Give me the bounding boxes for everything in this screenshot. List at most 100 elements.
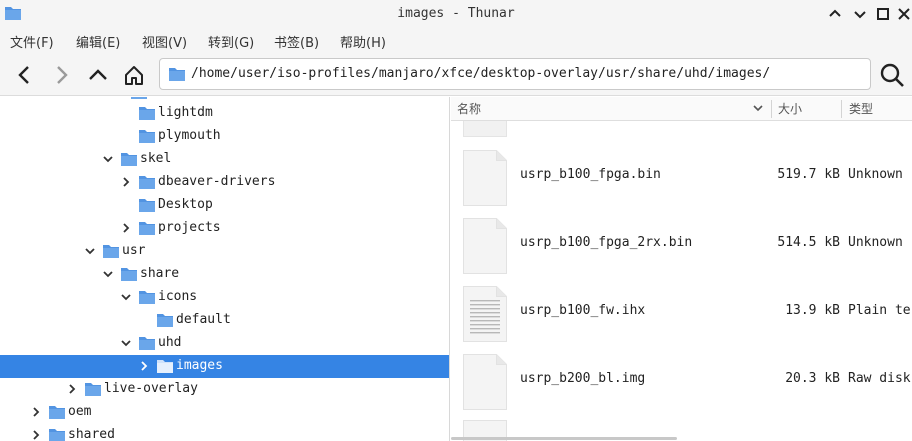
folder-icon <box>49 429 65 441</box>
folder-icon <box>139 176 155 189</box>
chevron-right-icon[interactable] <box>120 176 132 188</box>
menu-bookmarks[interactable]: 书签(B) <box>274 32 319 51</box>
tree-item-dbeaver-drivers[interactable]: dbeaver-drivers <box>0 171 449 194</box>
location-bar[interactable]: /home/user/iso-profiles/manjaro/xfce/des… <box>159 58 871 90</box>
minimize-icon[interactable] <box>828 7 842 21</box>
search-button[interactable] <box>879 62 905 88</box>
tree-item-images[interactable]: images <box>0 355 449 378</box>
tree-item-live-overlay[interactable]: live-overlay <box>0 378 449 401</box>
menu-bar: 文件(F) 编辑(E) 视图(V) 转到(G) 书签(B) 帮助(H) <box>0 30 912 52</box>
folder-icon <box>169 68 185 81</box>
side-tree-pane[interactable]: lightdm plymouth skel dbeaver-drivers Deskto… <box>0 97 450 441</box>
file-size: 20.3 kB <box>785 371 840 386</box>
chevron-down-icon[interactable] <box>102 268 114 280</box>
chevron-down-icon[interactable] <box>102 153 114 165</box>
blank-file-icon <box>463 218 507 274</box>
toolbar: /home/user/iso-profiles/manjaro/xfce/des… <box>0 52 912 96</box>
folder-icon <box>139 199 155 212</box>
tree-item-shared[interactable]: shared <box>0 424 449 441</box>
folder-icon <box>139 337 155 350</box>
file-row[interactable]: usrp_b200_bl.img 20.3 kB Raw disk <box>451 348 912 416</box>
folder-icon <box>49 406 65 419</box>
tree-item-default[interactable]: default <box>0 309 449 332</box>
menu-edit[interactable]: 编辑(E) <box>76 32 120 51</box>
menu-help[interactable]: 帮助(H) <box>340 32 386 51</box>
file-icon <box>463 121 507 137</box>
file-row[interactable]: usrp_b100_fpga_2rx.bin 514.5 kB Unknown <box>451 212 912 280</box>
horizontal-scrollbar[interactable] <box>451 437 677 440</box>
tree-item-desktop[interactable]: Desktop <box>0 194 449 217</box>
column-type-header[interactable]: 类型 <box>849 100 873 117</box>
tree-item-label: dbeaver-drivers <box>158 174 276 189</box>
arrow-left-icon <box>18 66 29 84</box>
back-button[interactable] <box>12 62 38 88</box>
column-size-header[interactable]: 大小 <box>778 100 802 117</box>
tree-item-skel[interactable]: skel <box>0 148 449 171</box>
chevron-down-icon[interactable] <box>120 337 132 349</box>
menu-file[interactable]: 文件(F) <box>10 32 54 51</box>
home-icon <box>125 66 143 85</box>
file-type: Raw disk <box>848 371 911 386</box>
tree-item-uhd[interactable]: uhd <box>0 332 449 355</box>
file-row[interactable]: usrp_b100_fw.ihx 13.9 kB Plain te <box>451 280 912 348</box>
sort-chevron-icon[interactable] <box>752 102 764 118</box>
tree-item-label: default <box>176 312 231 327</box>
tree-item-usr[interactable]: usr <box>0 240 449 263</box>
file-name: usrp_b100_fpga_2rx.bin <box>520 235 693 250</box>
up-button[interactable] <box>85 62 111 88</box>
maximize-icon[interactable] <box>876 7 890 21</box>
folder-icon <box>131 97 147 99</box>
tree-item-label: plymouth <box>158 128 221 143</box>
tree-item-label: images <box>176 358 223 373</box>
folder-icon <box>85 383 101 396</box>
column-separator[interactable] <box>771 100 772 118</box>
column-separator[interactable] <box>841 100 842 118</box>
restore-icon[interactable] <box>853 7 867 21</box>
folder-icon <box>157 360 173 373</box>
arrow-up-icon <box>89 69 107 80</box>
tree-item-label: usr <box>122 243 146 258</box>
tree-item-icons[interactable]: icons <box>0 286 449 309</box>
chevron-right-icon[interactable] <box>138 360 150 372</box>
tree-item-share[interactable]: share <box>0 263 449 286</box>
file-size: 514.5 kB <box>777 235 840 250</box>
file-name: usrp_b100_fw.ihx <box>520 303 646 318</box>
file-list-pane[interactable]: 名称 大小 类型 usrp_b100_fpga.bin 519.7 kB Unkno… <box>451 97 912 441</box>
folder-icon <box>139 107 155 120</box>
forward-button[interactable] <box>48 62 74 88</box>
chevron-down-icon[interactable] <box>120 291 132 303</box>
tree-item-label: projects <box>158 220 221 235</box>
window-title: images - Thunar <box>397 6 515 21</box>
tree-item-label: skel <box>140 151 172 166</box>
chevron-right-icon[interactable] <box>30 406 42 418</box>
arrow-right-icon <box>57 66 68 84</box>
text-file-icon <box>463 286 507 342</box>
column-name-header[interactable]: 名称 <box>457 100 481 117</box>
close-icon[interactable] <box>897 7 911 21</box>
chevron-right-icon[interactable] <box>66 383 78 395</box>
location-path[interactable]: /home/user/iso-profiles/manjaro/xfce/des… <box>191 66 770 81</box>
file-row[interactable]: usrp_b100_fpga.bin 519.7 kB Unknown <box>451 144 912 212</box>
file-size: 519.7 kB <box>777 167 840 182</box>
folder-icon <box>121 268 137 281</box>
title-bar: images - Thunar <box>0 0 912 30</box>
tree-item-label: share <box>140 266 180 281</box>
tree-item-oem[interactable]: oem <box>0 401 449 424</box>
search-icon <box>880 63 904 87</box>
chevron-right-icon[interactable] <box>120 222 132 234</box>
file-name: usrp_b100_fpga.bin <box>520 167 661 182</box>
home-button[interactable] <box>121 62 147 88</box>
folder-icon <box>121 153 137 166</box>
chevron-right-icon[interactable] <box>30 429 42 441</box>
blank-file-icon <box>463 354 507 410</box>
folder-icon <box>139 291 155 304</box>
folder-icon <box>139 222 155 235</box>
menu-view[interactable]: 视图(V) <box>142 32 187 51</box>
folder-icon <box>103 245 119 258</box>
tree-item-lightdm[interactable]: lightdm <box>0 102 449 125</box>
tree-item-label: lightdm <box>158 105 213 120</box>
menu-go[interactable]: 转到(G) <box>208 32 254 51</box>
tree-item-projects[interactable]: projects <box>0 217 449 240</box>
chevron-down-icon[interactable] <box>84 245 96 257</box>
tree-item-plymouth[interactable]: plymouth <box>0 125 449 148</box>
